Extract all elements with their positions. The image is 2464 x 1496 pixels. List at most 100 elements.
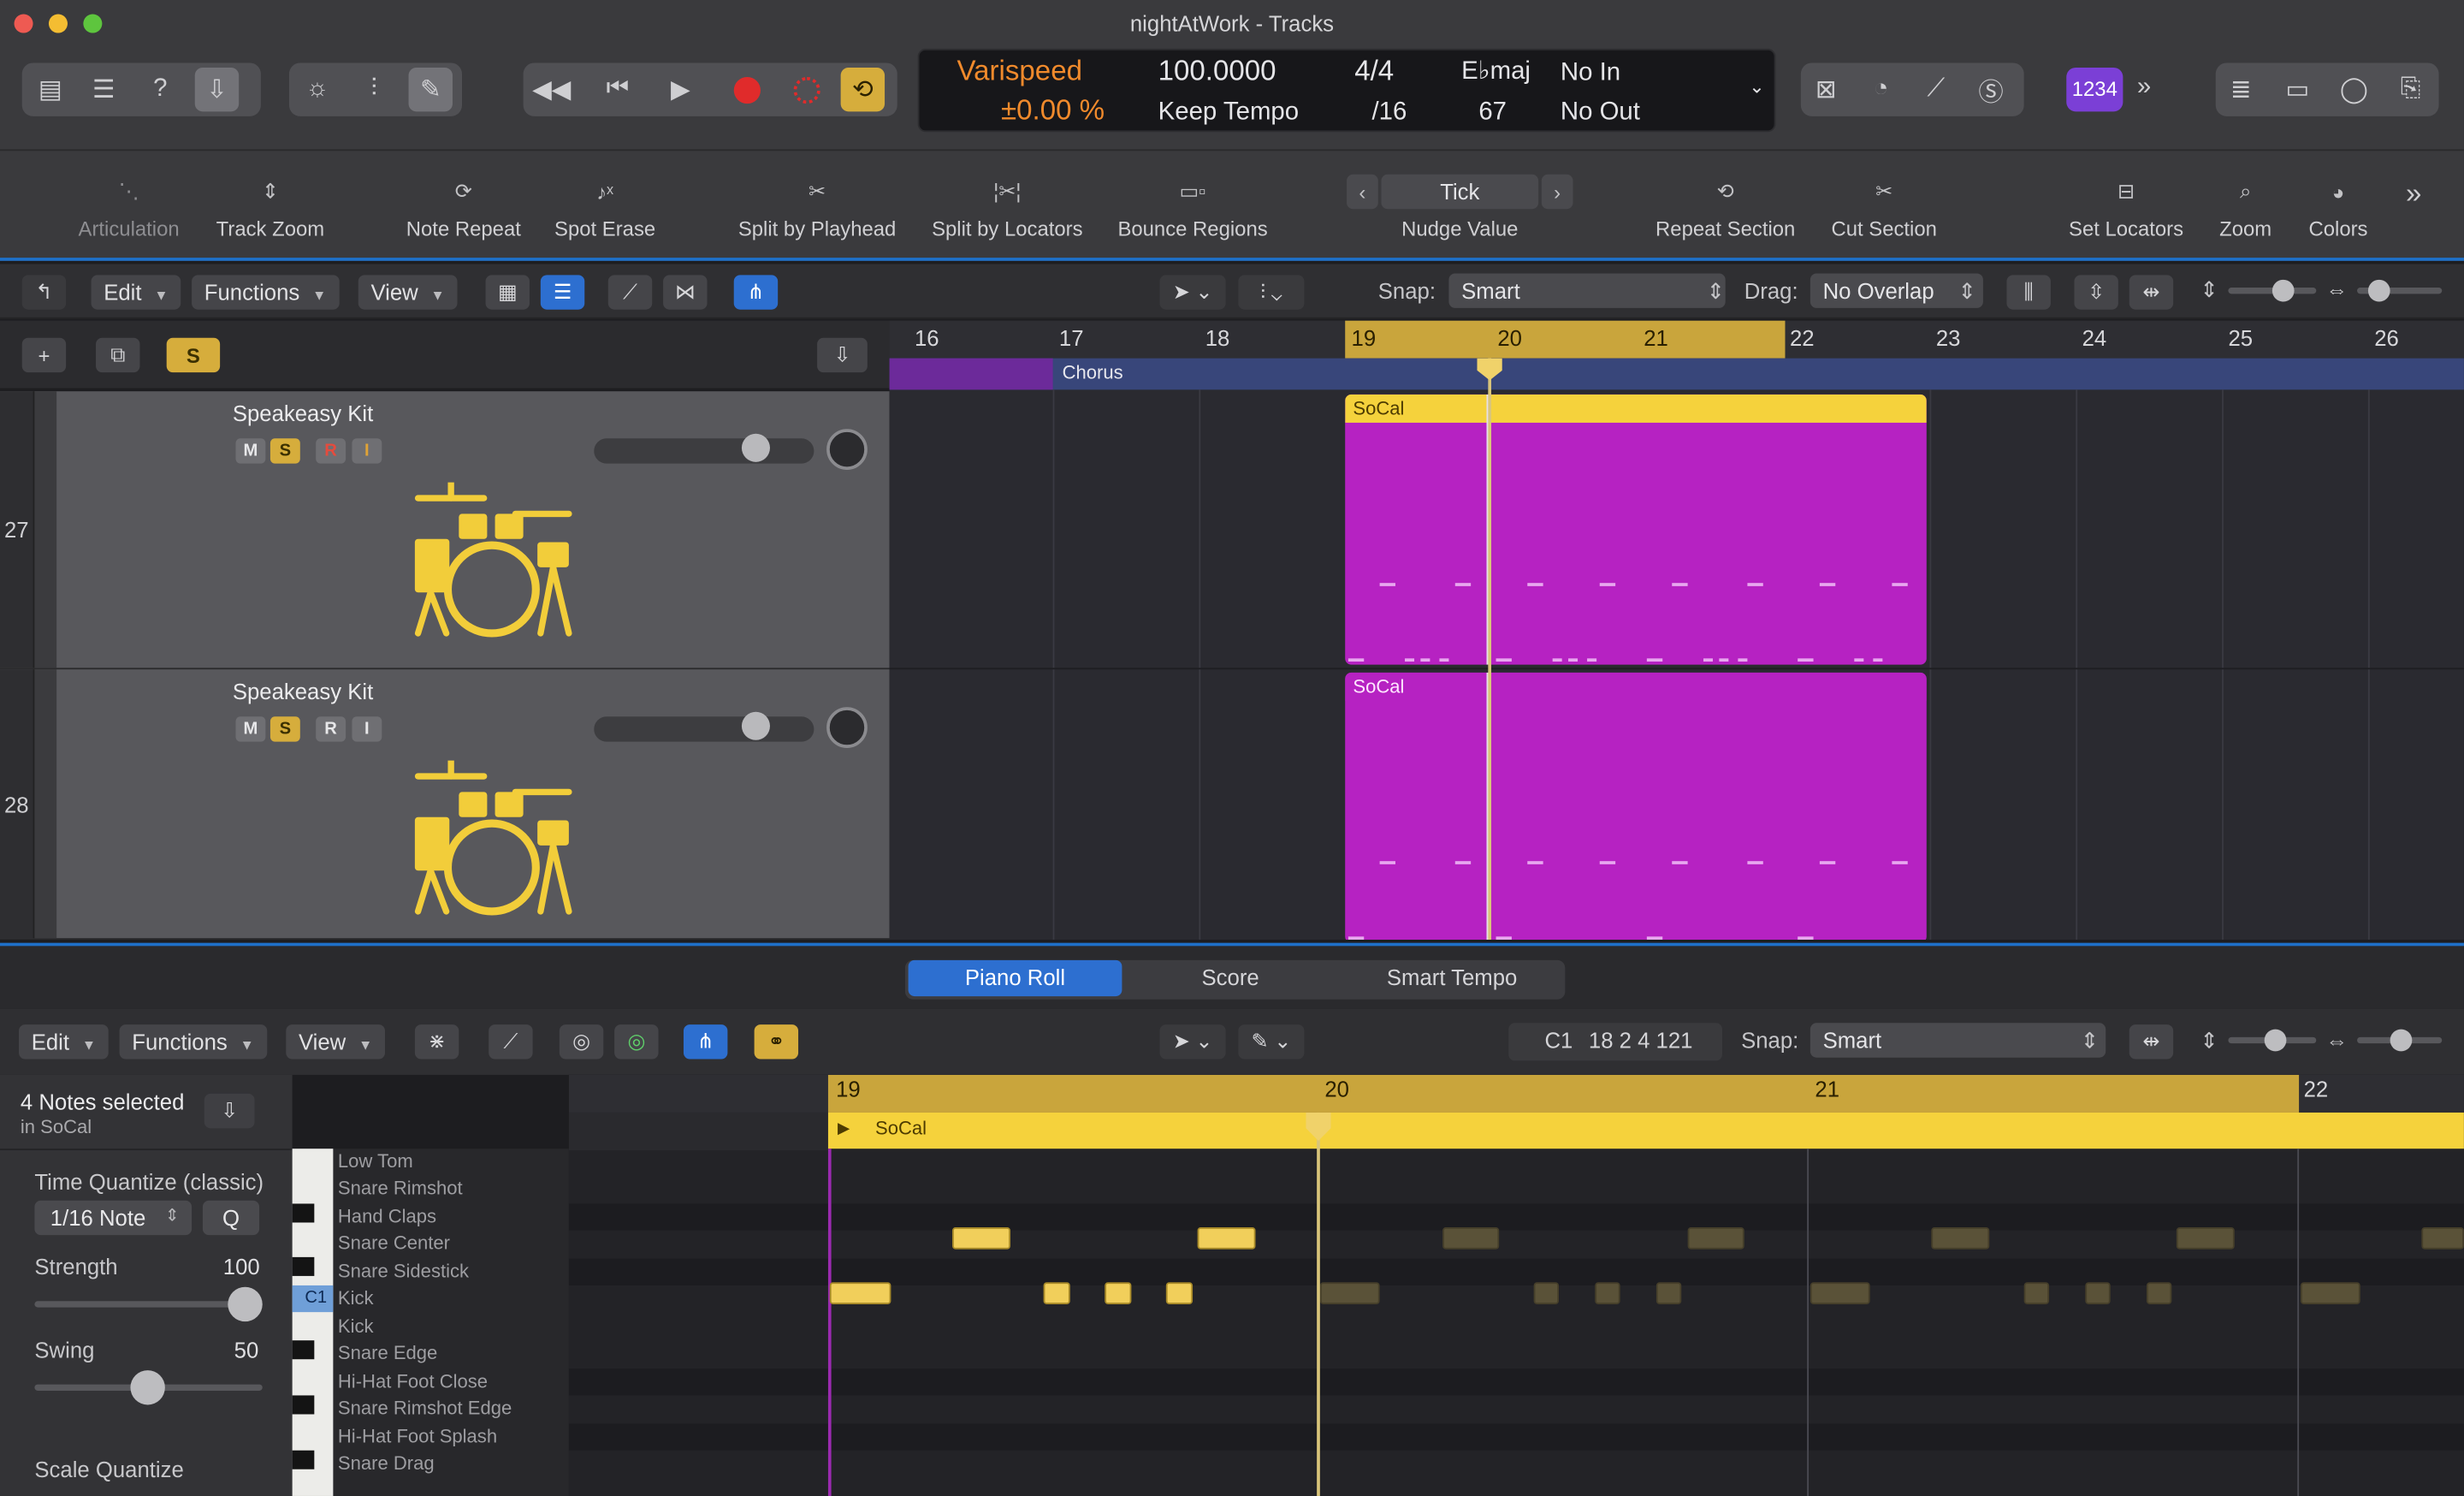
help-icon[interactable]: ? [139, 68, 182, 111]
quantize-stepper-icon[interactable]: ⇕ [165, 1205, 180, 1226]
pr-view-menu[interactable]: View ▼ [286, 1024, 386, 1060]
nudge-left-icon[interactable]: ‹ [1347, 174, 1378, 210]
cycle-icon[interactable]: ⟲ [840, 67, 886, 112]
c1-key[interactable]: C1 [292, 1285, 334, 1313]
duplicate-track-icon[interactable]: ⧉ [96, 337, 140, 373]
cycle-range[interactable] [1345, 320, 1786, 359]
pr-vertical-zoom-knob[interactable] [2264, 1029, 2287, 1052]
midi-note-selected[interactable] [1197, 1226, 1256, 1250]
input-monitor-button[interactable]: I [352, 716, 382, 742]
playhead-line[interactable] [1488, 358, 1492, 940]
marker-track[interactable]: Chorus [889, 358, 2464, 390]
zoom-tool[interactable]: ⌕ Zoom [2219, 167, 2272, 240]
track-name[interactable]: Speakeasy Kit [233, 401, 373, 425]
pr-functions-menu[interactable]: Functions ▼ [119, 1024, 267, 1060]
pr-fit-icon[interactable]: ⇹ [2129, 1024, 2174, 1060]
tracks-view-menu[interactable]: View ▼ [358, 275, 458, 310]
record-enable-button[interactable]: R [316, 716, 346, 742]
pr-horizontal-zoom-knob[interactable] [2390, 1029, 2413, 1052]
metronome-gauge-icon[interactable]: ◔ [1859, 68, 1903, 111]
marker-chorus[interactable]: Chorus [1063, 361, 1123, 383]
smart-controls-icon[interactable]: ☼ [295, 68, 339, 111]
tempo-value[interactable]: 100.0000 [1158, 55, 1276, 88]
midi-note-selected[interactable] [1043, 1282, 1070, 1304]
snap-select[interactable]: Smart [1448, 273, 1726, 308]
spot-erase-tool[interactable]: ♪ˣ Spot Erase [554, 167, 655, 240]
notepad-icon[interactable]: ▭ [2276, 68, 2319, 111]
fit-horizontal-icon[interactable]: ⇹ [2129, 275, 2174, 310]
list-view-icon[interactable]: ☰ [540, 275, 585, 310]
rewind-icon[interactable]: ◀◀ [530, 68, 573, 111]
vertical-zoom-knob[interactable] [2272, 279, 2295, 302]
low-latency-icon[interactable]: ⊠ [1804, 68, 1848, 111]
pr-region-bar[interactable]: ▶ SoCal [827, 1112, 2464, 1149]
volume-slider[interactable] [594, 438, 814, 464]
articulation-tool[interactable]: ⋱ Articulation [79, 167, 180, 240]
midi-region[interactable]: SoCal [1345, 394, 1927, 665]
bounce-regions-tool[interactable]: ▭▫ Bounce Regions [1117, 167, 1267, 240]
midi-note[interactable] [1319, 1282, 1380, 1304]
repeat-section-tool[interactable]: ⟲ Repeat Section [1656, 167, 1795, 240]
strength-knob[interactable] [228, 1286, 263, 1322]
library-icon[interactable]: ▤ [28, 68, 72, 111]
tuner-icon[interactable]: ⟋ [1914, 68, 1958, 111]
mute-button[interactable]: M [235, 438, 266, 464]
track-row-28[interactable]: 28 Speakeasy Kit M S R I [0, 669, 890, 940]
tab-smart-tempo[interactable]: Smart Tempo [1345, 960, 1559, 996]
pr-automation-icon[interactable]: ⟋ [489, 1024, 533, 1060]
midi-note[interactable] [1931, 1226, 1990, 1250]
midi-note[interactable] [1687, 1226, 1744, 1250]
collapse-icon[interactable]: ⇩ [817, 337, 868, 373]
tab-score[interactable]: Score [1122, 960, 1338, 996]
split-by-playhead-tool[interactable]: ✂ Split by Playhead [738, 167, 897, 240]
key-signature[interactable]: E♭maj [1461, 55, 1531, 86]
bar-ruler[interactable]: 16 17 18 19 20 21 22 23 24 25 26 [889, 320, 2464, 359]
input-monitor-button[interactable]: I [352, 438, 382, 464]
midi-note-selected[interactable] [829, 1282, 891, 1304]
mixer-icon[interactable]: ⫶ [352, 68, 395, 111]
add-track-icon[interactable]: + [21, 337, 67, 373]
snap-stepper-icon[interactable]: ⇕ [1707, 278, 1726, 305]
midi-note[interactable] [1810, 1282, 1870, 1304]
link-icon[interactable]: ⚭ [754, 1024, 799, 1060]
midi-note-selected[interactable] [952, 1226, 1010, 1250]
solo-mode-icon[interactable]: Ⓢ [1969, 68, 2012, 111]
nudge-value-select[interactable]: Tick [1381, 174, 1539, 210]
keyboard-keys[interactable] [292, 1149, 334, 1496]
pr-pencil-tool-icon[interactable]: ✎ ⌄ [1238, 1024, 1305, 1060]
replace-record-icon[interactable] [785, 68, 828, 111]
toolbar-icon[interactable]: ⇩ [194, 67, 240, 112]
drag-stepper-icon[interactable]: ⇕ [1958, 278, 1977, 305]
midi-in-icon[interactable]: ◎ [559, 1024, 604, 1060]
region-play-icon[interactable]: ▶ [838, 1120, 850, 1137]
lcd-display[interactable]: Varispeed ±0.00 % 100.0000 Keep Tempo 4/… [917, 48, 1776, 133]
midi-note-selected[interactable] [1165, 1282, 1194, 1304]
loops-icon[interactable]: ◯ [2332, 68, 2376, 111]
split-by-locators-tool[interactable]: ¦✂¦ Split by Locators [932, 167, 1083, 240]
pr-playhead-line[interactable] [1317, 1112, 1320, 1496]
tempo-mode[interactable]: Keep Tempo [1158, 99, 1299, 128]
grid-view-icon[interactable]: ▦ [485, 275, 530, 310]
volume-knob[interactable] [741, 711, 770, 740]
midi-note-selected[interactable] [1105, 1282, 1132, 1304]
tracks-functions-menu[interactable]: Functions ▼ [192, 275, 340, 310]
record-enable-button[interactable]: R [316, 438, 346, 464]
collapse-lanes-icon[interactable]: ⋇ [414, 1024, 459, 1060]
midi-note[interactable] [2085, 1282, 2111, 1304]
time-signature[interactable]: 4/4 [1354, 55, 1394, 88]
midi-note[interactable] [2421, 1226, 2464, 1250]
fit-vertical-icon[interactable]: ⇳ [2074, 275, 2118, 310]
record-icon[interactable] [725, 68, 768, 111]
browser-icon[interactable]: ⎘ [2389, 68, 2432, 111]
solo-button[interactable]: S [270, 716, 300, 742]
go-to-start-icon[interactable]: ⏮ [595, 68, 639, 111]
track-row-27[interactable]: 27 Speakeasy Kit M S R I [0, 391, 890, 670]
pr-cycle-range[interactable] [827, 1074, 2300, 1113]
marquee-tool-icon[interactable]: ⫶ ⌄ [1238, 275, 1305, 310]
midi-note[interactable] [1442, 1226, 1500, 1250]
chevron-down-icon[interactable]: ⌄ [1749, 75, 1764, 98]
track-zoom-tool[interactable]: ⇕ Track Zoom [216, 167, 324, 240]
midi-note[interactable] [2176, 1226, 2235, 1250]
count-in-badge[interactable]: 1234 [2066, 67, 2123, 112]
note-repeat-tool[interactable]: ⟳ Note Repeat [406, 167, 521, 240]
